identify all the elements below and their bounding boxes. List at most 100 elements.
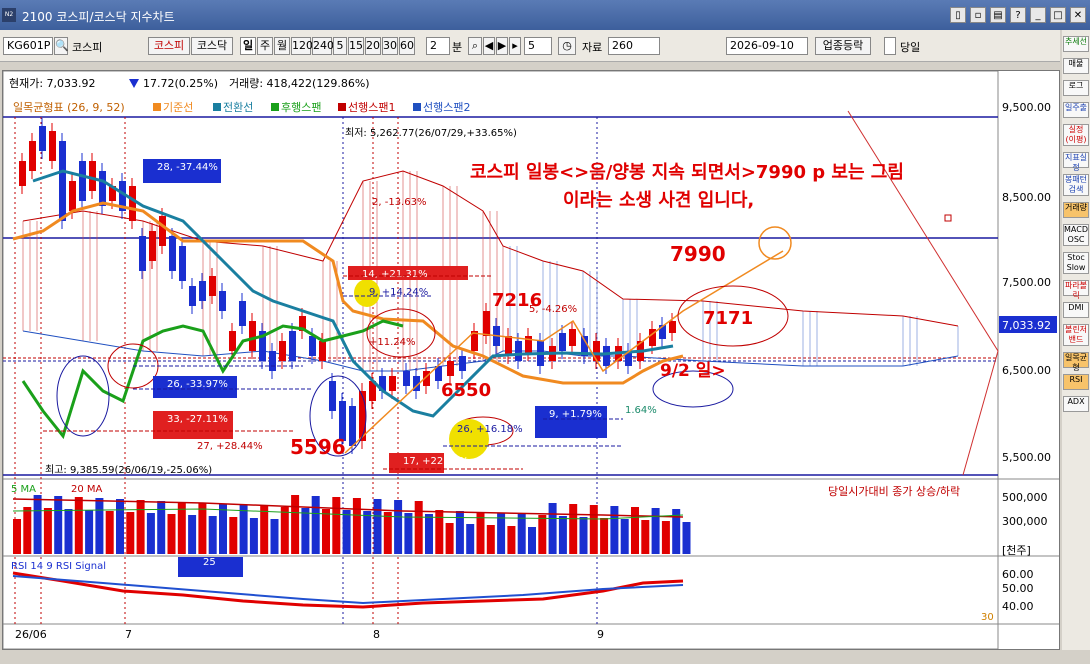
sidebar-button-14[interactable]: RSI xyxy=(1063,374,1089,390)
price-tick-2: 7,500.00 xyxy=(1002,276,1051,289)
volume-bar-10 xyxy=(116,499,124,554)
target-circle xyxy=(758,226,792,260)
period-button-5[interactable]: 5 xyxy=(333,37,347,55)
annotation-box-label-10: 17, +22.07% xyxy=(403,456,469,467)
legend-label-0: 기준선 xyxy=(163,101,193,114)
search-icon[interactable]: 🔍 xyxy=(54,37,69,55)
sidebar-button-7[interactable]: 거래량 xyxy=(1063,202,1089,218)
sidebar-button-1[interactable]: 매물 xyxy=(1063,58,1089,74)
volume-bar-39 xyxy=(414,501,423,554)
candle-body-16 xyxy=(179,246,186,281)
annotation-box-label-6: 26, -33.97% xyxy=(167,379,228,390)
step-forward-icon[interactable]: ▶ xyxy=(496,37,508,55)
volume-bar-33 xyxy=(352,498,361,554)
volume-bar-6 xyxy=(74,497,83,554)
tile-icon[interactable]: ▤ xyxy=(990,7,1006,23)
current-price-text: 현재가: 7,033.92 xyxy=(9,77,96,90)
period-button-0[interactable]: 일 xyxy=(240,37,256,55)
chart-area[interactable]: 현재가: 7,033.92 17.72(0.25%) 거래량: 418,422(12… xyxy=(2,70,1060,650)
period-button-3[interactable]: 120 xyxy=(291,37,313,55)
interval-input[interactable]: 2 xyxy=(426,37,450,55)
restore-icon[interactable]: ▫ xyxy=(970,7,986,23)
window-titlebar: N2 2100 코스피/코스닥 지수차트 ▯ ▫ ▤ ? _ □ ✕ xyxy=(0,0,1090,30)
candle-body-1 xyxy=(29,141,36,171)
volume-bar-36 xyxy=(383,512,392,554)
help-icon[interactable]: ? xyxy=(1010,7,1026,23)
step-back-icon[interactable]: ◀ xyxy=(483,37,495,55)
sidebar-button-11[interactable]: DMI xyxy=(1063,302,1089,318)
annotation-box-label-1: 2, -13.63% xyxy=(372,197,426,208)
maximize-icon[interactable]: □ xyxy=(1050,7,1066,23)
volume-bar-47 xyxy=(497,513,506,554)
sidebar-button-5[interactable]: 지표실정 xyxy=(1063,152,1089,172)
volume-bar-41 xyxy=(435,510,444,554)
candle-body-43 xyxy=(459,356,466,371)
period-button-7[interactable]: 20 xyxy=(365,37,381,55)
volume-bar-2 xyxy=(33,495,42,554)
candle-body-47 xyxy=(505,336,512,356)
period-button-1[interactable]: 주 xyxy=(257,37,273,55)
volume-bar-62 xyxy=(651,508,660,554)
volume-bar-20 xyxy=(219,504,227,554)
volume-bar-18 xyxy=(198,503,207,554)
headline-line-2: 이라는 소생 사견 입니다, xyxy=(563,189,754,211)
window-title: 2100 코스피/코스닥 지수차트 xyxy=(22,10,175,24)
sidebar-button-13[interactable]: 일목균형 xyxy=(1063,352,1089,372)
candle-body-21 xyxy=(229,331,236,351)
sidebar-button-10[interactable]: 파라볼릭 xyxy=(1063,280,1089,300)
same-day-checkbox[interactable] xyxy=(884,37,896,55)
candle-body-23 xyxy=(249,321,256,351)
annotation-box-label-7: 33, -27.11% xyxy=(167,414,228,425)
period-button-4[interactable]: 240 xyxy=(312,37,334,55)
sidebar-button-15[interactable]: ADX xyxy=(1063,396,1089,412)
step-input[interactable]: 5 xyxy=(524,37,552,55)
sidebar-button-6[interactable]: 봉패턴검색 xyxy=(1063,174,1089,196)
pin-icon[interactable]: ▯ xyxy=(950,7,966,23)
sidebar-button-3[interactable]: 일주출 xyxy=(1063,102,1089,118)
volume-bar-17 xyxy=(188,515,197,554)
legend-swatch-4 xyxy=(413,103,421,111)
legend-label-2: 후행스팬 xyxy=(281,101,321,114)
volume-bar-9 xyxy=(105,511,114,554)
annotation-box-label-4: +11.24% xyxy=(369,337,416,348)
zoom-icon[interactable]: ⌕ xyxy=(468,37,482,55)
step-end-icon[interactable]: ▸ xyxy=(509,37,521,55)
volume-bar-1 xyxy=(23,507,32,554)
legend-swatch-1 xyxy=(213,103,221,111)
volume-bar-56 xyxy=(589,505,598,554)
code-input[interactable]: KG601P xyxy=(3,37,53,55)
lead-span-2-line xyxy=(22,330,959,372)
volume-bar-59 xyxy=(620,519,629,554)
minimize-icon[interactable]: _ xyxy=(1030,7,1046,23)
volume-bar-12 xyxy=(136,500,145,554)
label-7171: 7171 xyxy=(703,308,753,329)
volume-bar-65 xyxy=(682,522,691,554)
candle-body-27 xyxy=(289,331,296,361)
period-button-9[interactable]: 60 xyxy=(399,37,415,55)
sidebar-button-0[interactable]: 추세선 xyxy=(1063,36,1089,52)
sidebar-button-8[interactable]: MACD OSC xyxy=(1063,224,1089,246)
sidebar-button-4[interactable]: 실정(이평) xyxy=(1063,124,1089,146)
kosdaq-button[interactable]: 코스닥 xyxy=(191,37,233,55)
sidebar-button-12[interactable]: 볼린저밴드 xyxy=(1063,324,1089,346)
period-button-2[interactable]: 월 xyxy=(274,37,290,55)
sidebar-button-9[interactable]: Stoc Slow xyxy=(1063,252,1089,274)
volume-bar-54 xyxy=(569,504,578,554)
clock-icon[interactable]: ◷ xyxy=(558,37,576,55)
rsi-tick-0: 60.00 xyxy=(1002,568,1034,581)
kospi-button[interactable]: 코스피 xyxy=(148,37,190,55)
candle-body-13 xyxy=(149,231,156,261)
data-count-select[interactable]: 260 xyxy=(608,37,660,55)
close-icon[interactable]: ✕ xyxy=(1070,7,1086,23)
volume-bar-0 xyxy=(13,519,21,554)
sidebar-button-2[interactable]: 로그 xyxy=(1063,80,1089,96)
x-axis-label-0: 26/06 xyxy=(15,628,47,641)
date-select[interactable]: 2026-09-10 xyxy=(726,37,808,55)
volume-bar-22 xyxy=(239,505,248,554)
volume-bar-46 xyxy=(486,525,495,554)
sector-button[interactable]: 업종등락 xyxy=(815,37,871,55)
candle-body-8 xyxy=(99,171,106,206)
chart-svg[interactable]: 현재가: 7,033.92 17.72(0.25%) 거래량: 418,422(12… xyxy=(2,70,1059,650)
period-button-8[interactable]: 30 xyxy=(382,37,398,55)
period-button-6[interactable]: 15 xyxy=(348,37,364,55)
